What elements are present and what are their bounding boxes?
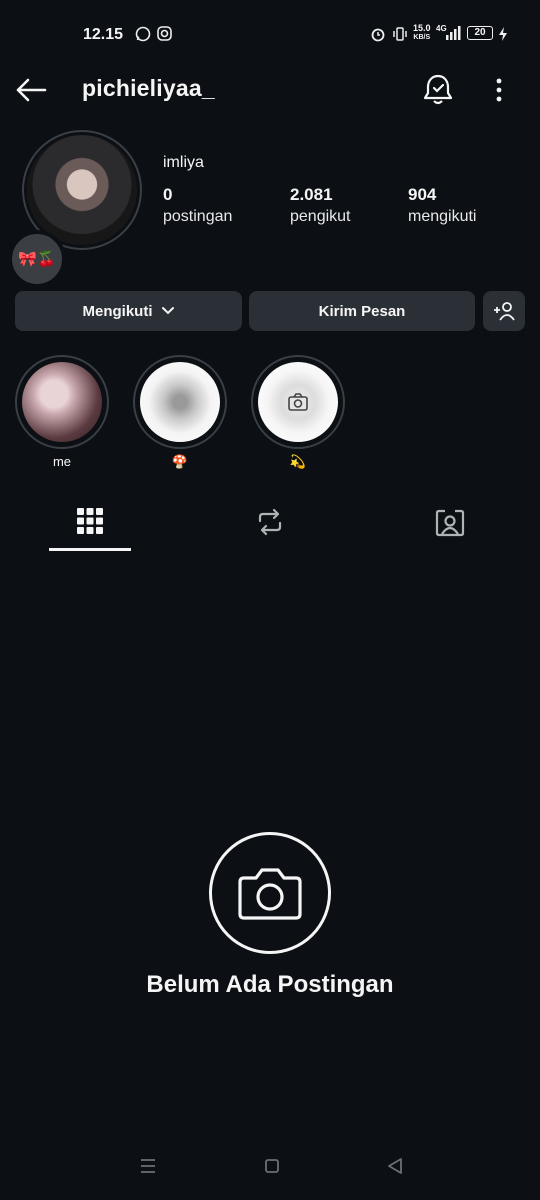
camera-icon — [238, 868, 302, 920]
profile-username: pichieliyaa_ — [82, 75, 215, 101]
profile-tabs — [0, 500, 540, 552]
add-person-icon — [494, 302, 515, 321]
whatsapp-icon — [135, 26, 151, 42]
empty-state-text: Belum Ada Postingan — [146, 971, 394, 998]
signal-icon — [446, 26, 461, 40]
back-arrow-icon[interactable] — [14, 75, 48, 105]
posts-label: postingan — [163, 208, 233, 225]
followers-count[interactable]: 2.081 — [290, 185, 333, 205]
posts-count: 0 — [163, 185, 173, 204]
note-emoji: 🎀🍒 — [18, 251, 56, 268]
following-count[interactable]: 904 — [408, 185, 436, 205]
status-time: 12.15 — [83, 26, 124, 43]
highlight-cover — [140, 362, 220, 442]
highlight-cover — [22, 362, 102, 442]
message-button-label: Kirim Pesan — [318, 302, 406, 320]
tagged-icon[interactable] — [435, 507, 465, 537]
chevron-down-icon — [161, 307, 174, 315]
reels-repost-icon[interactable] — [256, 507, 284, 537]
following-button-label: Mengikuti — [82, 302, 153, 320]
highlight-mushroom[interactable] — [133, 355, 227, 449]
following-button[interactable]: Mengikuti — [15, 291, 242, 331]
empty-state-camera — [209, 832, 331, 954]
home-icon[interactable] — [263, 1155, 281, 1177]
battery-indicator: 20 — [467, 26, 493, 40]
followers-label[interactable]: pengikut — [290, 208, 351, 226]
highlight-label: 💫 — [289, 454, 307, 469]
vibrate-icon — [393, 27, 407, 41]
profile-name: imliya — [163, 154, 204, 171]
recent-apps-icon[interactable] — [139, 1155, 157, 1177]
highlight-cover — [258, 362, 338, 442]
highlight-label: 🍄 — [171, 454, 189, 469]
profile-note[interactable]: 🎀🍒 — [8, 230, 66, 288]
camera-icon — [288, 393, 308, 411]
message-button[interactable]: Kirim Pesan — [249, 291, 475, 331]
instagram-icon — [157, 26, 172, 41]
following-label[interactable]: mengikuti — [408, 208, 476, 226]
highlight-label: me — [52, 454, 72, 469]
highlight-me[interactable] — [15, 355, 109, 449]
charging-icon — [499, 27, 507, 41]
status-bar: 12.15 15.0 KB/S 4G 20 — [0, 0, 540, 66]
notification-bell-icon[interactable] — [422, 73, 454, 107]
grid-icon[interactable] — [77, 508, 103, 534]
avatar-photo — [27, 135, 137, 245]
net-speed: 15.0 KB/S — [413, 23, 431, 42]
back-icon[interactable] — [386, 1155, 404, 1177]
more-options-icon[interactable] — [489, 76, 509, 104]
suggest-people-button[interactable] — [483, 291, 525, 331]
highlight-sparkle[interactable] — [251, 355, 345, 449]
active-tab-indicator — [49, 548, 131, 551]
alarm-icon — [371, 28, 385, 42]
